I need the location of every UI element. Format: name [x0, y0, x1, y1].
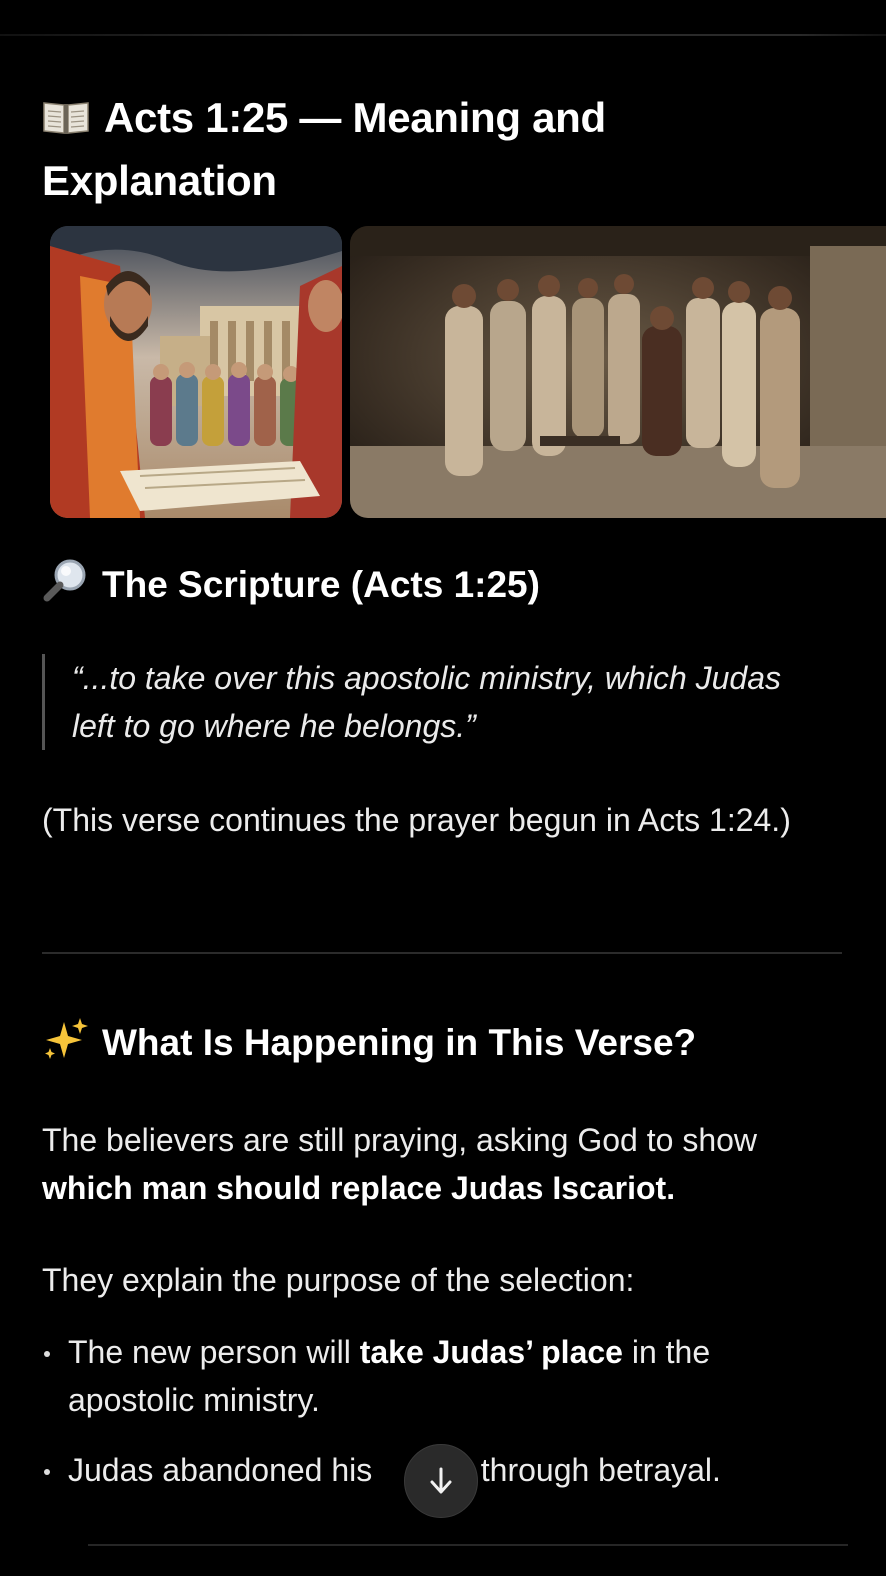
verse-note: (This verse continues the prayer begun i…	[42, 802, 791, 838]
bottom-divider	[88, 1544, 848, 1546]
open-book-icon	[42, 91, 90, 151]
list-item-text: The new person will	[68, 1334, 360, 1370]
magnifying-glass-icon	[42, 558, 88, 616]
chat-response-page: Acts 1:25 — Meaning and Explanation The …	[0, 0, 886, 1576]
list-item: The new person will take Judas’ place in…	[42, 1328, 842, 1424]
scroll-down-button[interactable]	[404, 1444, 478, 1518]
sparkles-icon	[42, 1016, 88, 1074]
article-title: Acts 1:25 — Meaning and Explanation	[42, 88, 742, 211]
section-divider	[42, 952, 842, 954]
list-item-text: Judas abandoned his	[68, 1452, 382, 1488]
purpose-paragraph: They explain the purpose of the selectio…	[42, 1262, 635, 1298]
article-title-text: Acts 1:25 — Meaning and Explanation	[42, 94, 606, 204]
apostles-with-scroll-illustration[interactable]	[50, 226, 342, 518]
scripture-heading-text: The Scripture (Acts 1:25)	[102, 563, 540, 605]
believers-bold-text: which man should replace Judas Iscariot.	[42, 1170, 676, 1206]
scripture-heading: The Scripture (Acts 1:25)	[42, 558, 540, 616]
list-item-bold: take Judas’ place	[359, 1334, 623, 1370]
scripture-quote: “...to take over this apostolic ministry…	[42, 654, 812, 750]
arrow-down-icon	[430, 1467, 452, 1494]
list-item-text: ng through betrayal.	[436, 1452, 721, 1488]
believers-paragraph: The believers are still praying, asking …	[42, 1116, 842, 1212]
image-gallery[interactable]	[50, 226, 886, 518]
believers-text: The believers are still praying, asking …	[42, 1122, 758, 1158]
happening-heading: What Is Happening in This Verse?	[42, 1016, 696, 1074]
top-divider	[0, 34, 886, 36]
happening-heading-text: What Is Happening in This Verse?	[102, 1021, 697, 1063]
disciples-gathered-in-room-photo[interactable]	[350, 226, 886, 518]
